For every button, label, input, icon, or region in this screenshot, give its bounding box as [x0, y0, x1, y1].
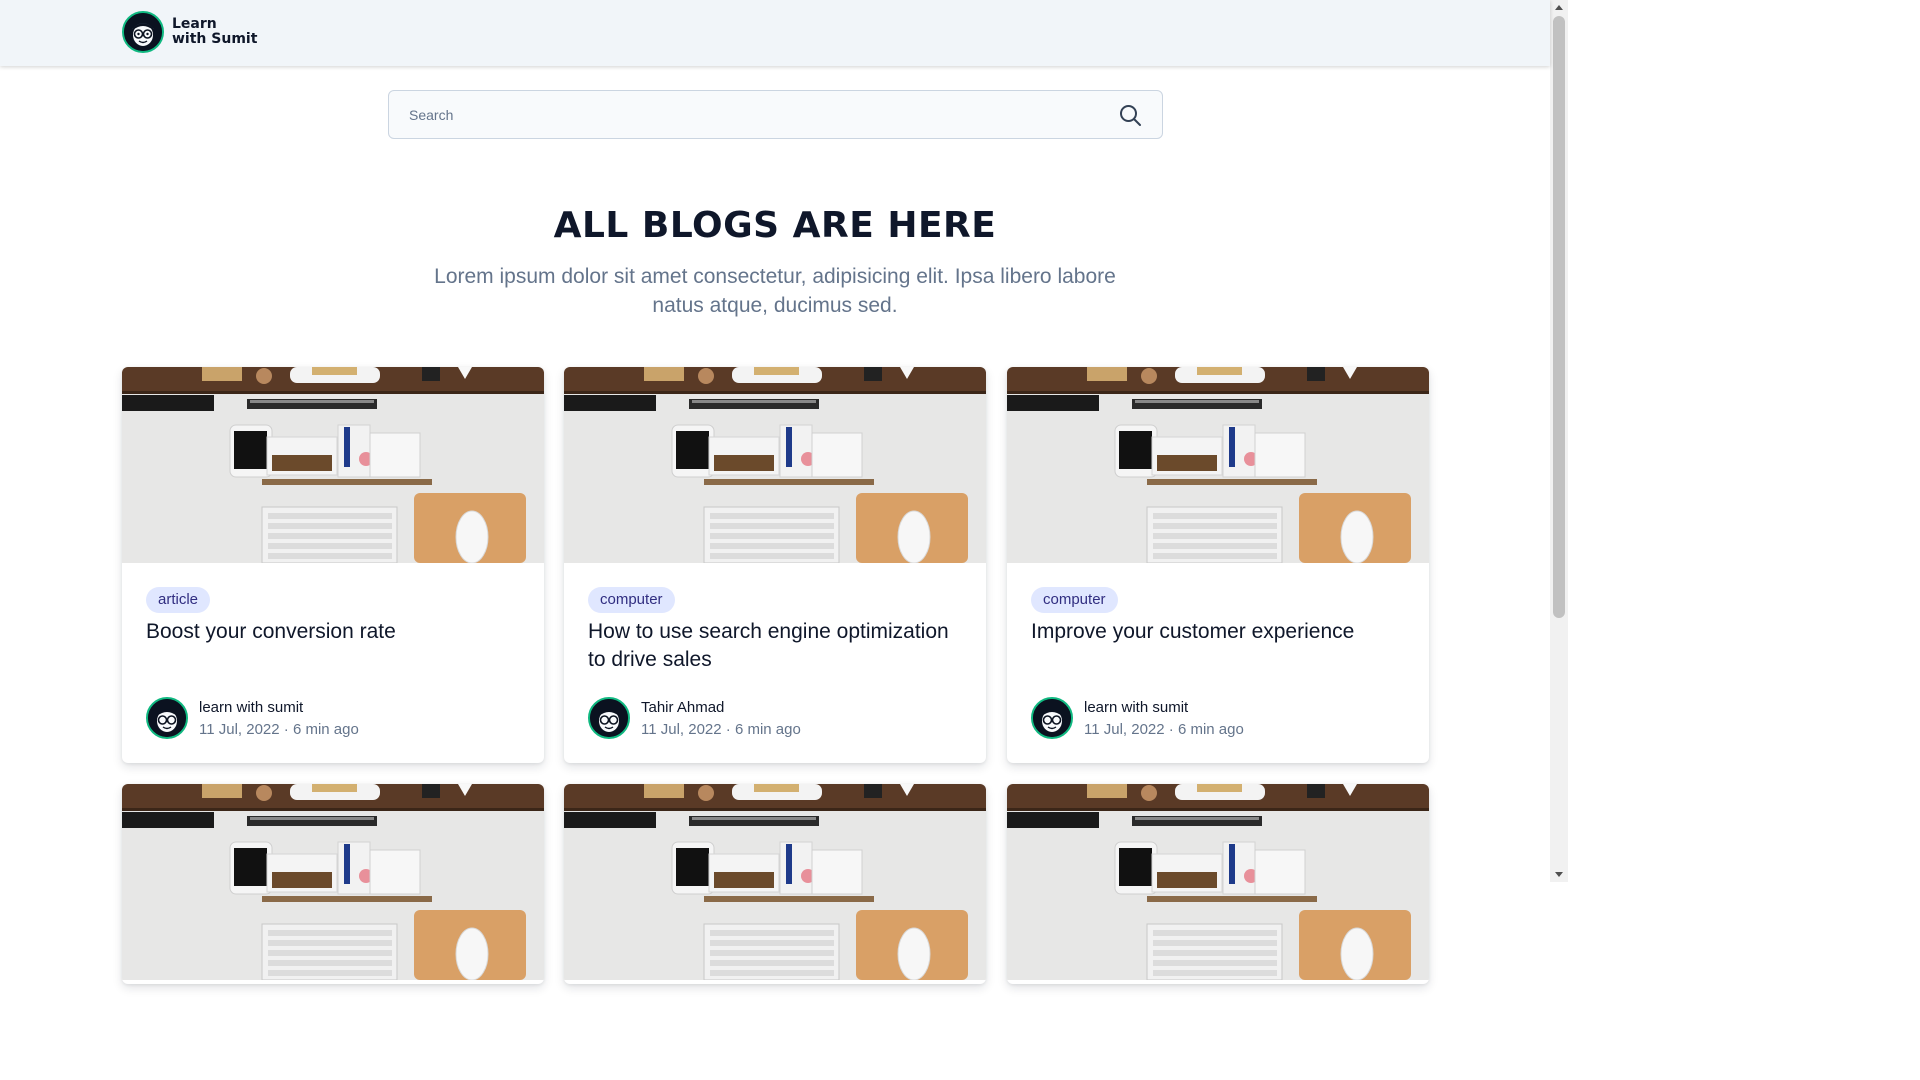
blog-title[interactable]: How to use search engine optimization to… — [588, 618, 968, 674]
search-input[interactable] — [409, 91, 1089, 138]
author-avatar[interactable] — [146, 697, 188, 739]
post-date: 11 Jul, 2022 · 6 min ago — [199, 721, 359, 738]
vertical-scrollbar[interactable] — [1550, 0, 1568, 882]
blog-card[interactable]: article Boost your conversion rate learn… — [122, 367, 544, 763]
blog-cover-image[interactable] — [122, 367, 544, 563]
blog-cover-image[interactable] — [1007, 367, 1429, 563]
brand-logo-link[interactable]: Learn with Sumit — [122, 11, 257, 53]
scrollbar-thumb[interactable] — [1553, 16, 1565, 618]
author-name[interactable]: learn with sumit — [1084, 699, 1188, 716]
search-icon[interactable] — [1118, 103, 1142, 127]
blog-cover-image[interactable] — [1007, 784, 1429, 980]
scroll-down-arrow-icon[interactable] — [1555, 872, 1563, 877]
post-date: 11 Jul, 2022 · 6 min ago — [641, 721, 801, 738]
blog-title[interactable]: Improve your customer experience — [1031, 618, 1411, 646]
author-name[interactable]: learn with sumit — [199, 699, 303, 716]
author-name[interactable]: Tahir Ahmad — [641, 699, 724, 716]
blog-title[interactable]: Boost your conversion rate — [146, 618, 526, 646]
brand-line-1: Learn — [172, 16, 217, 32]
author-avatar[interactable] — [588, 697, 630, 739]
blog-card[interactable] — [564, 784, 986, 984]
brand-line-2: with Sumit — [172, 31, 258, 47]
post-date: 11 Jul, 2022 · 6 min ago — [1084, 721, 1244, 738]
category-tag[interactable]: article — [146, 587, 211, 613]
page-title: ALL BLOGS ARE HERE — [553, 205, 997, 246]
blog-card[interactable]: computer Improve your customer experienc… — [1007, 367, 1429, 763]
blog-card[interactable] — [122, 784, 544, 984]
category-tag[interactable]: computer — [588, 587, 675, 613]
brand-name: Learn with Sumit — [172, 17, 257, 47]
scroll-up-arrow-icon[interactable] — [1555, 5, 1563, 10]
blog-card[interactable]: computer How to use search engine optimi… — [564, 367, 986, 763]
navbar: Learn with Sumit — [0, 0, 1550, 66]
blog-cover-image[interactable] — [122, 784, 544, 980]
category-tag[interactable]: computer — [1031, 587, 1118, 613]
blog-card[interactable] — [1007, 784, 1429, 984]
search-bar — [388, 90, 1163, 139]
blog-cover-image[interactable] — [564, 367, 986, 563]
face-with-glasses-icon — [122, 11, 164, 53]
page-subtitle: Lorem ipsum dolor sit amet consectetur, … — [434, 265, 1116, 317]
blog-cover-image[interactable] — [564, 784, 986, 980]
author-avatar[interactable] — [1031, 697, 1073, 739]
